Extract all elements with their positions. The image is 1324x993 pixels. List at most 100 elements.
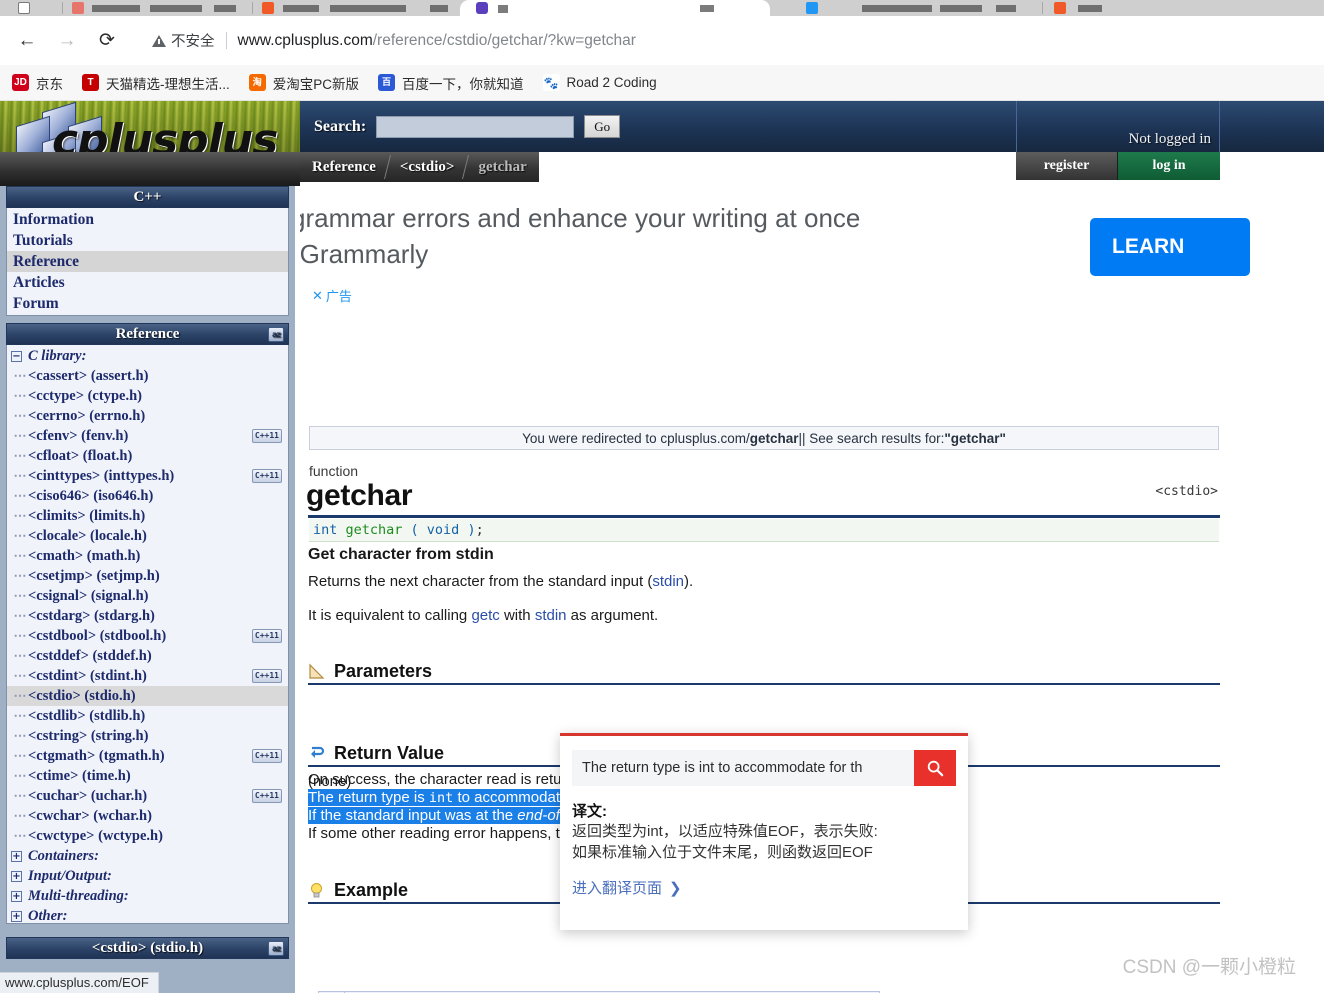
rv3-a: If the standard input was at the <box>308 807 518 824</box>
ad-cta-button[interactable]: LEARN <box>1090 218 1250 276</box>
search-go-button[interactable]: Go <box>584 115 621 138</box>
tree-item-ciso646iso646h[interactable]: ⋯ <ciso646> (iso646.h) <box>7 486 288 506</box>
tree-branch-icon: ⋯ <box>13 748 27 763</box>
tree-branch-icon: ⋯ <box>13 488 27 503</box>
web-page: cplusplus .com Search: Go Not logged in … <box>0 101 1324 993</box>
parameters-rule <box>308 683 1220 685</box>
parameters-heading: Parameters <box>308 661 432 682</box>
a-z-sort-icon[interactable]: az <box>268 327 284 342</box>
sidebar-item-information[interactable]: Information <box>7 209 288 230</box>
translate-search-button[interactable] <box>914 750 956 786</box>
tree-item-cwcharwcharh[interactable]: ⋯ <cwchar> (wchar.h) <box>7 806 288 826</box>
tree-branch-icon: ⋯ <box>13 528 27 543</box>
tree-item-label: <cassert> (assert.h) <box>28 367 149 384</box>
tree-item-csetjmpsetjmph[interactable]: ⋯ <csetjmp> (setjmp.h) <box>7 566 288 586</box>
expand-toggle-icon[interactable]: + <box>11 890 22 902</box>
tree-group-inputoutput[interactable]: + Input/Output: <box>7 866 288 886</box>
translate-more-label: 进入翻译页面 <box>572 880 663 897</box>
reload-button[interactable]: ⟳ <box>90 24 124 58</box>
lightbulb-icon <box>311 883 322 898</box>
tree-item-climitslimitsh[interactable]: ⋯ <climits> (limits.h) <box>7 506 288 526</box>
bottom-panel-label: <cstdio> (stdio.h) <box>91 939 204 956</box>
tree-item-cerrnoerrnoh[interactable]: ⋯ <cerrno> (errno.h) <box>7 406 288 426</box>
chevron-right-icon: ❯ <box>669 879 682 897</box>
expand-toggle-icon[interactable]: + <box>11 870 22 882</box>
tree-item-cstddefstddefh[interactable]: ⋯ <cstddef> (stddef.h) <box>7 646 288 666</box>
tree-item-cstdintstdinth[interactable]: ⋯ <cstdint> (stdint.h) C++11 <box>7 666 288 686</box>
header-include: <cstdio> <box>1155 484 1218 499</box>
security-status[interactable]: 不安全 <box>152 30 215 51</box>
register-button[interactable]: register <box>1016 152 1118 180</box>
tree-item-ctgmathtgmathh[interactable]: ⋯ <ctgmath> (tgmath.h) C++11 <box>7 746 288 766</box>
tree-item-cctypectypeh[interactable]: ⋯ <cctype> (ctype.h) <box>7 386 288 406</box>
reference-panel: Reference az − C library: ⋯ <cassert> (as… <box>6 323 289 924</box>
tree-item-csignalsignalh[interactable]: ⋯ <csignal> (signal.h) <box>7 586 288 606</box>
translate-popup[interactable]: The return type is int to accommodate fo… <box>560 733 968 930</box>
bookmark-taobao[interactable]: 淘 爱淘宝PC新版 <box>248 73 359 93</box>
redirect-search-term[interactable]: "getchar" <box>944 431 1006 446</box>
header-list: ⋯ <cassert> (assert.h) ⋯ <cctype> (ctype.h)… <box>7 366 288 846</box>
advertisement[interactable]: l grammar errors and enhance your writin… <box>300 186 1324 310</box>
tree-item-cucharucharh[interactable]: ⋯ <cuchar> (uchar.h) C++11 <box>7 786 288 806</box>
entity-kind-label: function <box>309 463 359 479</box>
collapse-toggle-icon[interactable]: − <box>11 350 22 362</box>
reference-tree-scroll: − C library: ⋯ <cassert> (assert.h) ⋯ <ccty… <box>7 346 288 922</box>
address-bar[interactable]: 不安全 www.cplusplus.com/reference/cstdio/g… <box>138 23 1314 58</box>
forward-button[interactable]: → <box>50 24 84 58</box>
tab-favicon <box>262 2 274 14</box>
description-paragraph-1: Returns the next character from the stan… <box>308 572 693 592</box>
tree-item-cstdiostdioh[interactable]: ⋯ <cstdio> (stdio.h) <box>7 686 288 706</box>
tree-item-cinttypesinttypesh[interactable]: ⋯ <cinttypes> (inttypes.h) C++11 <box>7 466 288 486</box>
bookmark-baidu[interactable]: 百 百度一下，你就知道 <box>378 73 524 93</box>
tab-title <box>214 5 236 12</box>
tab-strip[interactable] <box>0 0 1324 16</box>
sidebar-item-forum[interactable]: Forum <box>7 293 288 314</box>
tree-branch-icon: ⋯ <box>13 548 27 563</box>
translate-query-text[interactable]: The return type is int to accommodate fo… <box>572 750 914 786</box>
login-button[interactable]: log in <box>1118 152 1220 180</box>
security-label: 不安全 <box>171 34 215 50</box>
expand-toggle-icon[interactable]: + <box>11 850 22 862</box>
tree-item-cstdboolstdboolh[interactable]: ⋯ <cstdbool> (stdbool.h) C++11 <box>7 626 288 646</box>
tree-item-ctimetimeh[interactable]: ⋯ <ctime> (time.h) <box>7 766 288 786</box>
bookmark-tmall[interactable]: T 天猫精选-理想生活... <box>82 73 230 93</box>
sidebar-item-tutorials[interactable]: Tutorials <box>7 230 288 251</box>
stdin-link[interactable]: stdin <box>652 573 684 590</box>
tree-item-cassertasserth[interactable]: ⋯ <cassert> (assert.h) <box>7 366 288 386</box>
tree-item-clocalelocaleh[interactable]: ⋯ <clocale> (locale.h) <box>7 526 288 546</box>
back-button[interactable]: ← <box>10 24 44 58</box>
tree-item-cmathmathh[interactable]: ⋯ <cmath> (math.h) <box>7 546 288 566</box>
tree-item-cstdlibstdlibh[interactable]: ⋯ <cstdlib> (stdlib.h) <box>7 706 288 726</box>
tree-branch-icon: ⋯ <box>13 668 27 683</box>
stdin-link[interactable]: stdin <box>535 607 567 624</box>
bookmark-jingdong[interactable]: JD 京东 <box>12 73 63 93</box>
tree-root-c-library[interactable]: − C library: <box>7 346 288 366</box>
footprint-icon: 🐾 <box>542 74 560 91</box>
expand-toggle-icon[interactable]: + <box>11 910 22 922</box>
bookmark-road2coding[interactable]: 🐾 Road 2 Coding <box>542 74 657 91</box>
ad-text: l grammar errors and enhance your writin… <box>300 200 1038 272</box>
example-label: Example <box>334 880 409 900</box>
tree-item-cwctypewctypeh[interactable]: ⋯ <cwctype> (wctype.h) <box>7 826 288 846</box>
close-x-icon[interactable]: ✕ <box>312 288 323 304</box>
translate-more-link[interactable]: 进入翻译页面 ❯ <box>572 877 956 898</box>
sidebar-item-reference[interactable]: Reference <box>7 251 288 272</box>
breadcrumb-reference[interactable]: Reference <box>300 152 388 182</box>
a-z-sort-icon[interactable]: az <box>268 941 284 956</box>
browser-tab[interactable] <box>790 0 1260 16</box>
sidebar-item-articles[interactable]: Articles <box>7 272 288 293</box>
tree-item-cfloatfloath[interactable]: ⋯ <cfloat> (float.h) <box>7 446 288 466</box>
description-paragraph-2: It is equivalent to calling getc with st… <box>308 606 658 626</box>
tree-group-other[interactable]: + Other: <box>7 906 288 922</box>
getc-link[interactable]: getc <box>471 607 499 624</box>
breadcrumb-cstdio[interactable]: <cstdio> <box>388 152 467 182</box>
page-title: getchar <box>306 479 413 512</box>
tree-item-cstdargstdargh[interactable]: ⋯ <cstdarg> (stdarg.h) <box>7 606 288 626</box>
search-input[interactable] <box>376 115 575 138</box>
ad-close-control[interactable]: ✕ 广告 <box>312 286 352 305</box>
tree-group-multi-threading[interactable]: + Multi-threading: <box>7 886 288 906</box>
tab-separator <box>1042 2 1043 14</box>
tree-item-cstringstringh[interactable]: ⋯ <cstring> (string.h) <box>7 726 288 746</box>
tree-item-cfenvfenvh[interactable]: ⋯ <cfenv> (fenv.h) C++11 <box>7 426 288 446</box>
tree-group-containers[interactable]: + Containers: <box>7 846 288 866</box>
